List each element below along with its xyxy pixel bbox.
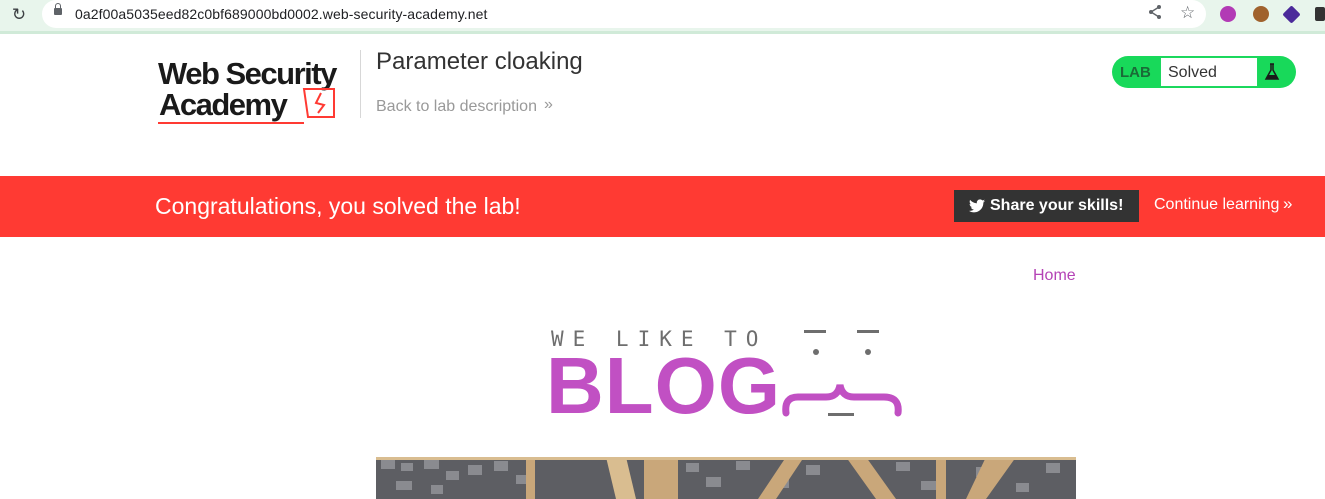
flask-icon xyxy=(1264,63,1280,80)
solved-message: Congratulations, you solved the lab! xyxy=(155,193,521,219)
nav-home-link[interactable]: Home xyxy=(1033,267,1076,285)
lab-status-value: Solved xyxy=(1168,64,1217,81)
extension-icon[interactable] xyxy=(1220,6,1236,22)
blog-wordmark: BLOG xyxy=(546,341,782,430)
lab-status-box: Solved xyxy=(1160,57,1258,87)
extensions-puzzle-icon[interactable] xyxy=(1315,7,1325,21)
extension-icon[interactable] xyxy=(1282,5,1301,24)
continue-learning-link[interactable]: Continue learning xyxy=(1154,196,1279,214)
web-security-academy-logo[interactable]: Web Security Academy xyxy=(158,55,358,127)
back-to-lab-description-link[interactable]: Back to lab description xyxy=(376,98,537,116)
header-divider xyxy=(360,50,361,118)
lab-status-label: LAB xyxy=(1120,64,1151,81)
logo-text-line1: Web Security xyxy=(158,56,338,91)
share-button-label: Share your skills! xyxy=(990,197,1124,214)
lab-status-widget: LAB Solved xyxy=(1112,56,1296,88)
browser-toolbar: ↻ 0a2f00a5035eed82c0bf689000bd0002.web-s… xyxy=(0,0,1325,34)
cookie-extension-icon[interactable] xyxy=(1253,6,1269,22)
reload-icon[interactable]: ↻ xyxy=(8,4,30,26)
double-chevron-right-icon: » xyxy=(1283,194,1293,213)
blog-face-logo-icon xyxy=(782,330,902,417)
address-bar[interactable]: 0a2f00a5035eed82c0bf689000bd0002.web-sec… xyxy=(42,0,1206,28)
share-your-skills-button[interactable]: Share your skills! xyxy=(954,190,1139,222)
blog-hero-image xyxy=(376,457,1076,499)
twitter-icon xyxy=(969,199,985,213)
url-text[interactable]: 0a2f00a5035eed82c0bf689000bd0002.web-sec… xyxy=(75,6,488,22)
double-chevron-right-icon: » xyxy=(544,96,553,113)
logo-text-line2: Academy xyxy=(159,87,289,122)
bookmark-star-icon[interactable]: ☆ xyxy=(1180,3,1195,23)
lab-solved-banner: Congratulations, you solved the lab! Sha… xyxy=(0,176,1325,237)
lock-icon[interactable] xyxy=(54,3,62,15)
lab-title: Parameter cloaking xyxy=(376,48,583,75)
share-icon[interactable] xyxy=(1148,4,1162,24)
